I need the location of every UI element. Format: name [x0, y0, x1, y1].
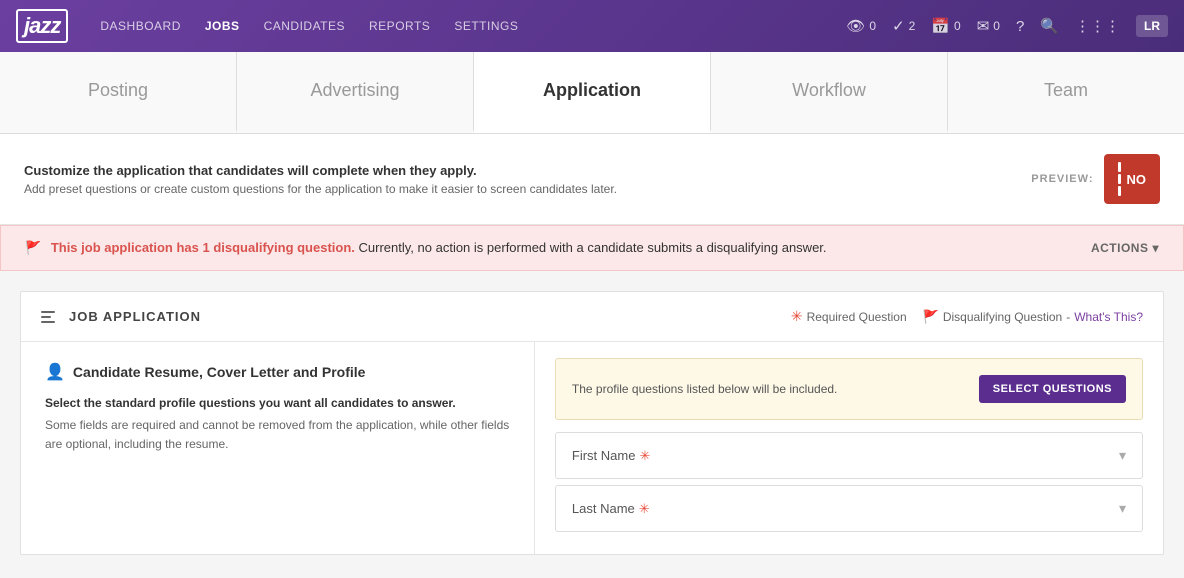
help-icon-group[interactable]: ?: [1016, 18, 1024, 35]
flag-icon: 🚩: [25, 240, 41, 255]
warning-text: 🚩 This job application has 1 disqualifyi…: [25, 240, 827, 256]
legend: ✳ Required Question 🚩 Disqualifying Ques…: [791, 308, 1143, 325]
calendar-count: 0: [954, 19, 961, 33]
disqualifying-label: Disqualifying Question: [943, 310, 1062, 324]
eye-icon: 👁: [846, 17, 865, 35]
first-name-label: First Name✳: [572, 448, 650, 464]
warning-banner: 🚩 This job application has 1 disqualifyi…: [0, 225, 1184, 271]
last-name-required-icon: ✳: [639, 501, 650, 516]
job-app-title: JOB APPLICATION: [41, 309, 201, 324]
first-name-field[interactable]: First Name✳ ▾: [555, 432, 1143, 479]
two-col-layout: 👤 Candidate Resume, Cover Letter and Pro…: [21, 342, 1163, 554]
candidate-subheading: Select the standard profile questions yo…: [45, 396, 510, 410]
tab-advertising[interactable]: Advertising: [237, 52, 474, 133]
calendar-icon: 📅: [931, 17, 950, 35]
grid-icon: ⋮⋮⋮: [1075, 17, 1120, 35]
profile-questions-box: The profile questions listed below will …: [555, 358, 1143, 420]
eye-icon-group[interactable]: 👁 0: [846, 17, 876, 35]
actions-label: ACTIONS: [1091, 241, 1149, 255]
search-icon: 🔍: [1040, 17, 1059, 35]
actions-button[interactable]: ACTIONS ▾: [1091, 241, 1159, 255]
job-app-header: JOB APPLICATION ✳ Required Question 🚩 Di…: [21, 292, 1163, 342]
check-icon: ✓: [892, 17, 905, 35]
right-column: The profile questions listed below will …: [535, 342, 1163, 554]
last-name-field[interactable]: Last Name✳ ▾: [555, 485, 1143, 532]
preview-label: PREVIEW:: [1031, 173, 1093, 185]
warning-suffix: Currently, no action is performed with a…: [359, 240, 827, 255]
person-icon: 👤: [45, 362, 65, 382]
check-icon-group[interactable]: ✓ 2: [892, 17, 915, 35]
nav-settings[interactable]: SETTINGS: [454, 19, 518, 33]
preview-button[interactable]: NO: [1104, 154, 1161, 204]
nav-candidates[interactable]: CANDIDATES: [264, 19, 345, 33]
info-section: Customize the application that candidate…: [0, 134, 1184, 225]
whats-this-link[interactable]: What's This?: [1074, 310, 1143, 324]
user-menu[interactable]: LR: [1136, 15, 1168, 37]
nav-jobs[interactable]: JOBS: [205, 19, 240, 33]
tab-application[interactable]: Application: [474, 52, 711, 133]
last-name-label: Last Name✳: [572, 501, 650, 517]
required-star-icon: ✳: [791, 308, 803, 325]
grid-icon-group[interactable]: ⋮⋮⋮: [1075, 17, 1120, 35]
jazz-logo: jazz: [16, 9, 68, 43]
info-heading: Customize the application that candidate…: [24, 163, 617, 178]
nav-reports[interactable]: REPORTS: [369, 19, 430, 33]
calendar-icon-group[interactable]: 📅 0: [931, 17, 960, 35]
search-icon-group[interactable]: 🔍: [1040, 17, 1059, 35]
tab-bar: Posting Advertising Application Workflow…: [0, 52, 1184, 134]
tab-team[interactable]: Team: [948, 52, 1184, 133]
lines-icon: [41, 311, 55, 323]
nav-dashboard[interactable]: DASHBOARD: [100, 19, 181, 33]
disqualifying-legend: 🚩 Disqualifying Question - What's This?: [923, 309, 1143, 325]
left-column: 👤 Candidate Resume, Cover Letter and Pro…: [21, 342, 535, 554]
disqualifying-flag-icon: 🚩: [923, 309, 939, 325]
nav-icons-group: 👁 0 ✓ 2 📅 0 ✉ 0 ? 🔍 ⋮⋮⋮ LR: [846, 15, 1168, 37]
help-icon: ?: [1016, 18, 1024, 35]
check-count: 2: [909, 19, 916, 33]
tab-posting[interactable]: Posting: [0, 52, 237, 133]
first-name-chevron-icon: ▾: [1119, 447, 1126, 464]
actions-chevron-icon: ▾: [1152, 241, 1159, 255]
preview-btn-label: NO: [1127, 172, 1147, 187]
first-name-required-icon: ✳: [639, 448, 650, 463]
barcode-icon: [1118, 162, 1121, 196]
info-description: Add preset questions or create custom qu…: [24, 182, 617, 196]
select-questions-button[interactable]: SELECT QUESTIONS: [979, 375, 1126, 403]
message-icon-group[interactable]: ✉ 0: [977, 17, 1000, 35]
tab-workflow[interactable]: Workflow: [711, 52, 948, 133]
required-label: Required Question: [807, 310, 907, 324]
message-count: 0: [993, 19, 1000, 33]
candidate-description: Some fields are required and cannot be r…: [45, 416, 510, 454]
warning-highlight: This job application has 1 disqualifying…: [51, 240, 355, 255]
candidate-heading-text: Candidate Resume, Cover Letter and Profi…: [73, 364, 366, 380]
info-text-block: Customize the application that candidate…: [24, 163, 617, 196]
job-application-section: JOB APPLICATION ✳ Required Question 🚩 Di…: [20, 291, 1164, 555]
candidate-section-heading: 👤 Candidate Resume, Cover Letter and Pro…: [45, 362, 510, 382]
profile-box-text: The profile questions listed below will …: [572, 382, 837, 396]
last-name-chevron-icon: ▾: [1119, 500, 1126, 517]
top-navigation: jazz DASHBOARD JOBS CANDIDATES REPORTS S…: [0, 0, 1184, 52]
required-legend: ✳ Required Question: [791, 308, 907, 325]
job-app-title-text: JOB APPLICATION: [69, 309, 201, 324]
message-icon: ✉: [977, 17, 990, 35]
eye-count: 0: [869, 19, 876, 33]
preview-area: PREVIEW: NO: [1031, 154, 1160, 204]
